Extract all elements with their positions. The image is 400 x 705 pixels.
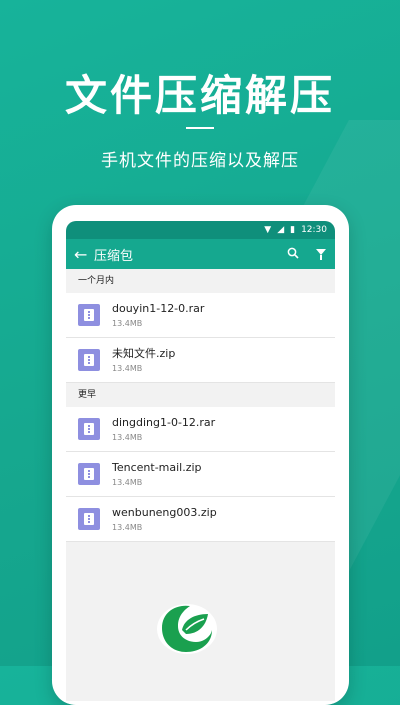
app-toolbar: ← 压缩包 bbox=[66, 239, 335, 269]
file-name: Tencent-mail.zip bbox=[112, 461, 202, 474]
archive-file-icon bbox=[78, 463, 100, 485]
file-size: 13.4MB bbox=[112, 364, 143, 373]
section-header-earlier: 更早 bbox=[66, 383, 335, 407]
archive-file-icon bbox=[78, 418, 100, 440]
status-bar: ▼ ◢ ▮ 12:30 bbox=[66, 221, 335, 239]
archive-file-icon bbox=[78, 508, 100, 530]
file-row[interactable]: douyin1-12-0.rar 13.4MB bbox=[66, 293, 335, 338]
file-size: 13.4MB bbox=[112, 478, 143, 487]
section-header-recent: 一个月内 bbox=[66, 269, 335, 293]
file-list-recent: douyin1-12-0.rar 13.4MB 未知文件.zip 13.4MB bbox=[66, 293, 335, 383]
file-size: 13.4MB bbox=[112, 523, 143, 532]
file-size: 13.4MB bbox=[112, 319, 143, 328]
headline-divider bbox=[186, 127, 214, 129]
file-name: 未知文件.zip bbox=[112, 347, 176, 360]
back-arrow-icon[interactable]: ← bbox=[74, 245, 92, 264]
file-row[interactable]: 未知文件.zip 13.4MB bbox=[66, 338, 335, 383]
page-headline: 文件压缩解压 bbox=[64, 71, 335, 120]
archive-file-icon bbox=[78, 349, 100, 371]
archive-file-icon bbox=[78, 304, 100, 326]
leaf-logo-icon bbox=[156, 600, 218, 654]
file-row[interactable]: dingding1-0-12.rar 13.4MB bbox=[66, 407, 335, 452]
wifi-icon: ▼ bbox=[264, 224, 272, 235]
toolbar-title: 压缩包 bbox=[94, 248, 134, 264]
file-row[interactable]: Tencent-mail.zip 13.4MB bbox=[66, 452, 335, 497]
file-name: douyin1-12-0.rar bbox=[112, 302, 205, 315]
filter-icon[interactable] bbox=[315, 248, 327, 260]
file-row[interactable]: wenbuneng003.zip 13.4MB bbox=[66, 497, 335, 542]
battery-icon: ▮ bbox=[290, 224, 296, 235]
signal-icon: ◢ bbox=[277, 224, 285, 235]
file-name: dingding1-0-12.rar bbox=[112, 416, 216, 429]
search-icon[interactable] bbox=[287, 247, 299, 262]
page-subtitle: 手机文件的压缩以及解压 bbox=[101, 151, 299, 171]
file-name: wenbuneng003.zip bbox=[112, 506, 217, 519]
status-time: 12:30 bbox=[301, 225, 327, 235]
file-list-earlier: dingding1-0-12.rar 13.4MB Tencent-mail.z… bbox=[66, 407, 335, 542]
file-size: 13.4MB bbox=[112, 433, 143, 442]
